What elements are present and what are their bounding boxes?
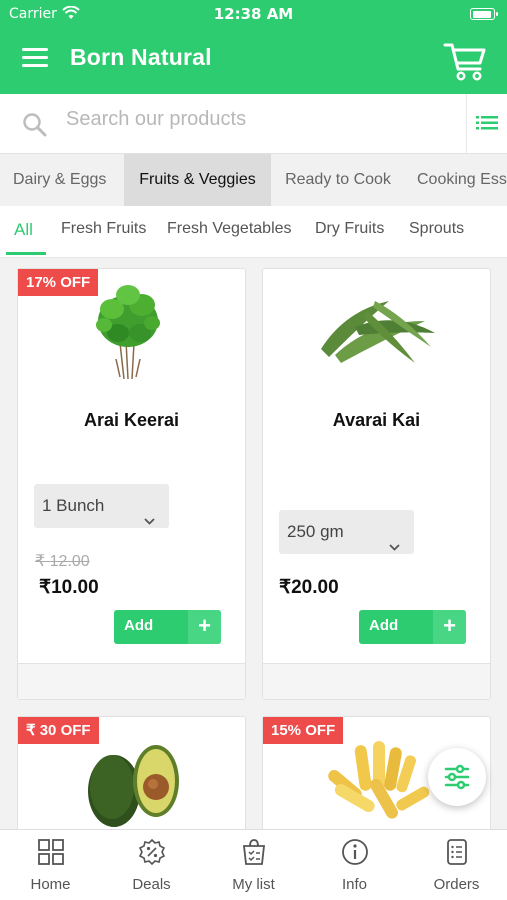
nav-home[interactable]: Home — [0, 830, 101, 900]
sale-price: ₹10.00 — [39, 577, 99, 598]
grid-icon — [38, 839, 64, 865]
category-tabs: Dairy & Eggs Fruits & Veggies Ready to C… — [0, 154, 507, 206]
plus-icon[interactable]: + — [188, 610, 221, 644]
bottom-navigation: Home Deals My list Info Orders — [0, 829, 507, 900]
plus-icon[interactable]: + — [433, 610, 466, 644]
subtab-sprouts[interactable]: Sprouts — [409, 220, 464, 238]
nav-label: Orders — [433, 876, 480, 893]
nav-label: My list — [232, 876, 275, 893]
add-label: Add — [124, 617, 154, 634]
unit-value: 1 Bunch — [42, 496, 105, 515]
app-header: Carrier 12:38 AM Born Natural — [0, 0, 507, 94]
clock: 12:38 AM — [213, 5, 294, 23]
card-footer — [18, 663, 245, 699]
search-bar[interactable]: Search our products — [0, 94, 507, 154]
avocado-image — [86, 729, 182, 833]
product-name: Arai Keerai — [83, 410, 180, 430]
nav-orders[interactable]: Orders — [406, 830, 507, 900]
filter-button[interactable] — [428, 748, 486, 806]
subtab-fresh-fruits[interactable]: Fresh Fruits — [61, 220, 146, 238]
status-bar: Carrier 12:38 AM — [0, 5, 507, 25]
add-to-cart-button[interactable]: Add + — [359, 610, 466, 644]
battery-icon — [470, 8, 498, 20]
original-price: ₹ 12.00 — [35, 553, 90, 570]
add-label: Add — [369, 617, 399, 634]
subtab-all[interactable]: All — [14, 220, 33, 240]
sale-price: ₹20.00 — [279, 577, 339, 598]
shopping-list-icon — [242, 839, 266, 865]
app-title: Born Natural — [70, 44, 212, 70]
list-view-icon[interactable] — [476, 114, 498, 132]
tab-ready-to-cook[interactable]: Ready to Cook — [271, 154, 405, 206]
tab-cooking-essentials[interactable]: Cooking Ess — [405, 154, 507, 206]
unit-selector[interactable]: 1 Bunch — [34, 484, 169, 528]
subtab-dry-fruits[interactable]: Dry Fruits — [315, 220, 384, 238]
unit-value: 250 gm — [287, 522, 344, 541]
tab-fruits-veggies[interactable]: Fruits & Veggies — [124, 154, 271, 206]
unit-selector[interactable]: 250 gm — [279, 510, 414, 554]
add-to-cart-button[interactable]: Add + — [114, 610, 221, 644]
cart-icon[interactable] — [443, 40, 487, 82]
active-subtab-indicator — [6, 252, 46, 255]
nav-label: Info — [341, 876, 368, 893]
filter-sliders-icon — [444, 764, 470, 790]
search-input[interactable]: Search our products — [66, 108, 246, 131]
card-footer — [263, 663, 490, 699]
info-icon — [342, 839, 368, 865]
baby-corn-image — [317, 737, 437, 831]
search-divider — [466, 94, 467, 154]
nav-my-list[interactable]: My list — [203, 830, 304, 900]
nav-deals[interactable]: Deals — [101, 830, 202, 900]
broad-beans-image — [315, 291, 439, 375]
nav-label: Deals — [132, 876, 171, 893]
product-card[interactable]: Avarai Kai 250 gm ₹20.00 Add + — [262, 268, 491, 700]
chevron-down-icon — [144, 500, 155, 525]
orders-icon — [447, 839, 467, 865]
search-icon — [22, 112, 48, 138]
product-card[interactable]: 17% OFF Arai Keerai 1 Bunch ₹ 12.00 ₹10.… — [17, 268, 246, 700]
hamburger-menu-icon[interactable] — [22, 48, 48, 70]
tab-dairy-eggs[interactable]: Dairy & Eggs — [0, 154, 124, 206]
discount-badge-icon — [138, 838, 166, 866]
spinach-bunch-image — [90, 281, 166, 385]
nav-label: Home — [30, 876, 71, 893]
nav-info[interactable]: Info — [304, 830, 405, 900]
subcategory-tabs: All Fresh Fruits Fresh Vegetables Dry Fr… — [0, 206, 507, 258]
subtab-fresh-vegetables[interactable]: Fresh Vegetables — [167, 220, 292, 238]
product-name: Avarai Kai — [332, 410, 421, 430]
chevron-down-icon — [389, 526, 400, 551]
discount-badge: 17% OFF — [18, 269, 99, 296]
